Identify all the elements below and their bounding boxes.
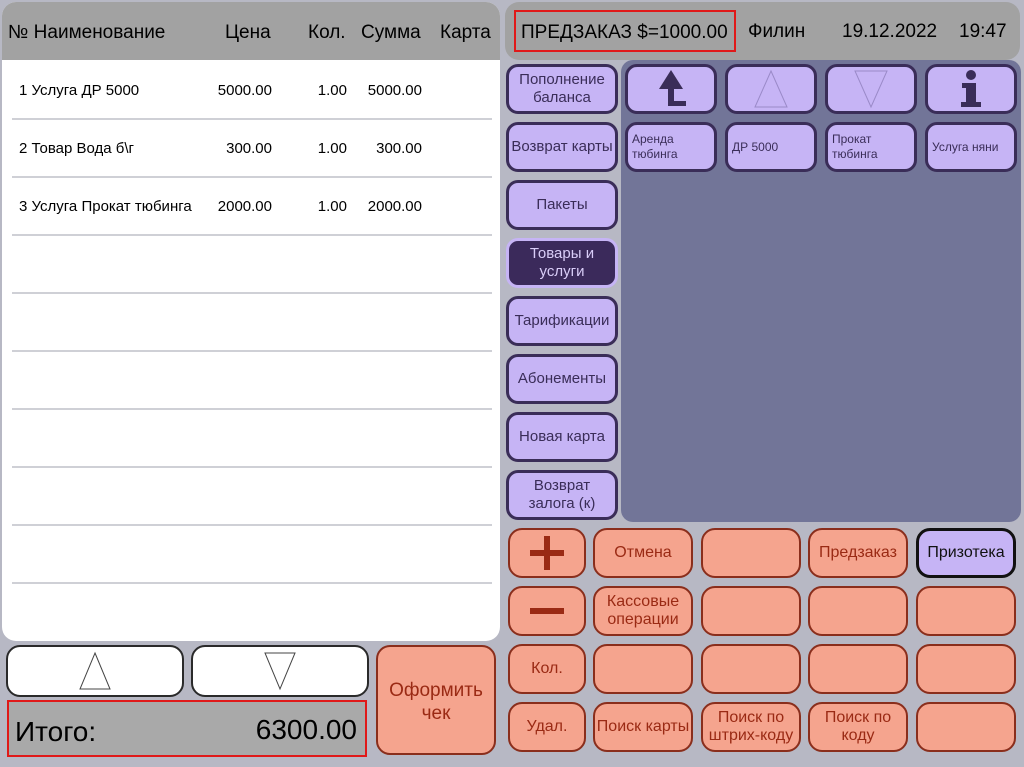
receipt-header: № Наименование Цена Кол. Сумма Карта xyxy=(2,2,500,60)
menu-subscriptions[interactable]: Абонементы xyxy=(506,354,618,404)
menu-goods-services[interactable]: Товары и услуги xyxy=(506,238,618,288)
menu-topup-balance[interactable]: Пополнение баланса xyxy=(506,64,618,114)
catalog-page-down-button[interactable] xyxy=(825,64,917,114)
cash-operations-button[interactable]: Кассовые операции xyxy=(593,586,693,636)
row-name: 3 Услуга Прокат тюбинга xyxy=(19,198,192,215)
catalog-tile[interactable]: Прокат тюбинга xyxy=(825,122,917,172)
receipt-rows: 1 Услуга ДР 5000 5000.00 1.00 5000.00 2 … xyxy=(12,62,492,584)
table-row-empty[interactable] xyxy=(12,526,492,584)
arrow-up-level-icon xyxy=(659,70,686,106)
col-header-card: Карта xyxy=(440,22,491,43)
catalog-page-up-button[interactable] xyxy=(725,64,817,114)
catalog-tile[interactable]: Услуга няни xyxy=(925,122,1017,172)
preorder-button[interactable]: Предзаказ xyxy=(808,528,908,578)
triangle-up-icon xyxy=(79,651,111,690)
menu-tariffs[interactable]: Тарификации xyxy=(506,296,618,346)
preorder-status: ПРЕДЗАКАЗ $=1000.00 xyxy=(514,10,736,52)
row-price: 2000.00 xyxy=(217,198,272,215)
empty-op-button[interactable] xyxy=(701,528,801,578)
triangle-down-icon xyxy=(264,652,296,691)
total-box: Итого: 6300.00 xyxy=(7,700,367,757)
scroll-down-button[interactable] xyxy=(191,645,369,697)
search-code-button[interactable]: Поиск по коду xyxy=(808,702,908,752)
table-row[interactable]: 3 Услуга Прокат тюбинга 2000.00 1.00 200… xyxy=(12,178,492,236)
empty-op-button[interactable] xyxy=(593,644,693,694)
catalog-info-button[interactable] xyxy=(925,64,1017,114)
table-row-empty[interactable] xyxy=(12,236,492,294)
row-sum: 5000.00 xyxy=(367,82,422,99)
catalog-tile[interactable]: Аренда тюбинга xyxy=(625,122,717,172)
scroll-up-button[interactable] xyxy=(6,645,184,697)
row-name: 2 Товар Вода б\г xyxy=(19,140,135,157)
cancel-button[interactable]: Отмена xyxy=(593,528,693,578)
triangle-up-icon xyxy=(754,69,788,108)
minus-icon xyxy=(530,608,564,614)
table-row-empty[interactable] xyxy=(12,410,492,468)
empty-op-button[interactable] xyxy=(808,644,908,694)
col-header-sum: Сумма xyxy=(361,22,421,43)
table-row[interactable]: 1 Услуга ДР 5000 5000.00 1.00 5000.00 xyxy=(12,62,492,120)
menu-deposit-return[interactable]: Возврат залога (к) xyxy=(506,470,618,520)
menu-card-return[interactable]: Возврат карты xyxy=(506,122,618,172)
minus-button[interactable] xyxy=(508,586,586,636)
table-row-empty[interactable] xyxy=(12,294,492,352)
table-row[interactable]: 2 Товар Вода б\г 300.00 1.00 300.00 xyxy=(12,120,492,178)
row-sum: 2000.00 xyxy=(367,198,422,215)
total-value: 6300.00 xyxy=(255,714,357,745)
time-display: 19:47 xyxy=(959,21,1007,42)
empty-op-button[interactable] xyxy=(916,702,1016,752)
row-qty: 1.00 xyxy=(317,82,347,99)
prize-shop-button[interactable]: Призотека xyxy=(916,528,1016,578)
col-header-qty: Кол. xyxy=(308,22,346,43)
delete-button[interactable]: Удал. xyxy=(508,702,586,752)
empty-op-button[interactable] xyxy=(916,644,1016,694)
col-header-name: № Наименование xyxy=(8,22,166,43)
search-card-button[interactable]: Поиск карты xyxy=(593,702,693,752)
search-barcode-button[interactable]: Поиск по штрих-коду xyxy=(701,702,801,752)
empty-op-button[interactable] xyxy=(701,586,801,636)
table-row-empty[interactable] xyxy=(12,468,492,526)
col-header-price: Цена xyxy=(225,22,271,43)
total-label: Итого: xyxy=(15,716,97,747)
checkout-button[interactable]: Оформить чек xyxy=(376,645,496,755)
cashier-name: Филин xyxy=(748,21,806,42)
row-price: 300.00 xyxy=(226,140,272,157)
triangle-down-icon xyxy=(854,70,888,109)
row-name: 1 Услуга ДР 5000 xyxy=(19,82,140,99)
plus-button[interactable] xyxy=(508,528,586,578)
date-display: 19.12.2022 xyxy=(842,21,938,42)
receipt-panel: № Наименование Цена Кол. Сумма Карта 1 У… xyxy=(2,2,500,641)
empty-op-button[interactable] xyxy=(808,586,908,636)
top-bar: ПРЕДЗАКАЗ $=1000.00 Филин 19.12.2022 19:… xyxy=(505,2,1020,60)
empty-op-button[interactable] xyxy=(701,644,801,694)
row-price: 5000.00 xyxy=(217,82,272,99)
quantity-button[interactable]: Кол. xyxy=(508,644,586,694)
table-row-empty[interactable] xyxy=(12,352,492,410)
row-sum: 300.00 xyxy=(376,140,422,157)
empty-op-button[interactable] xyxy=(916,586,1016,636)
menu-new-card[interactable]: Новая карта xyxy=(506,412,618,462)
menu-packages[interactable]: Пакеты xyxy=(506,180,618,230)
row-qty: 1.00 xyxy=(317,198,347,215)
catalog-tile[interactable]: ДР 5000 xyxy=(725,122,817,172)
info-icon xyxy=(961,70,981,107)
row-qty: 1.00 xyxy=(317,140,347,157)
catalog-up-level-button[interactable] xyxy=(625,64,717,114)
plus-icon xyxy=(530,536,564,570)
